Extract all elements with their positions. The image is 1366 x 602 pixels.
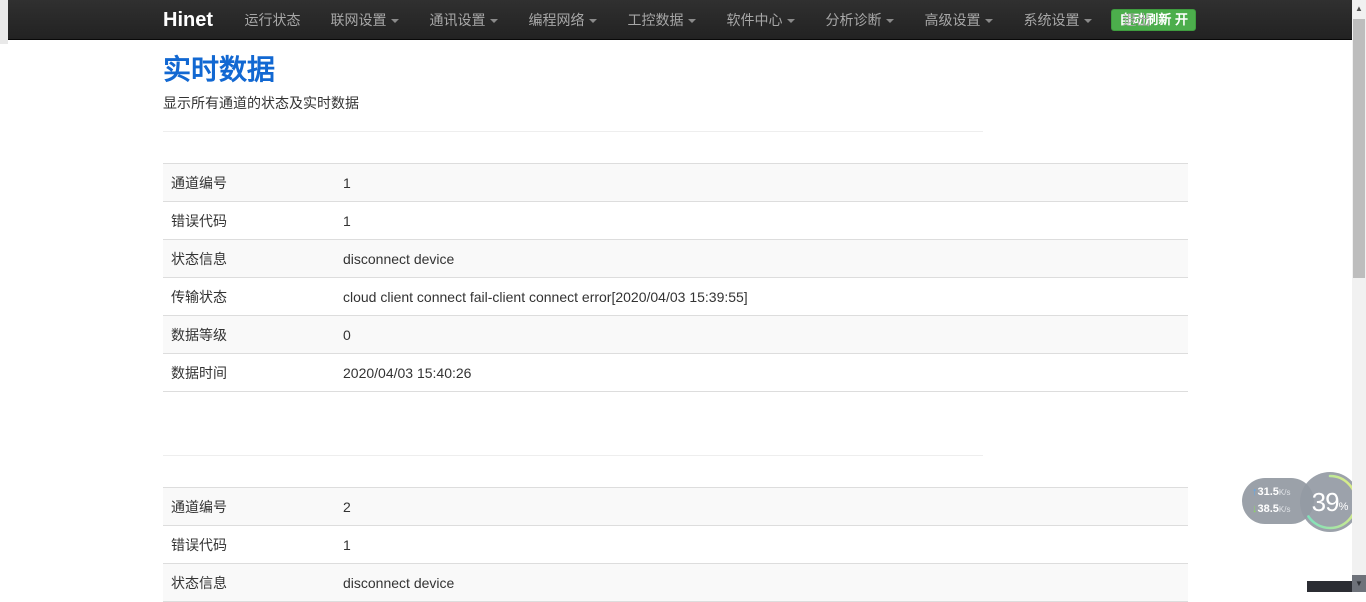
table-row: 通道编号2 [163, 488, 1188, 526]
row-value: 1 [335, 164, 1188, 202]
nav-item-6[interactable]: 软件中心 [711, 0, 810, 40]
channel-table-2: 通道编号2错误代码1状态信息disconnect device [163, 487, 1188, 602]
net-speed-overlay: ↑31.5K/s ↓38.5K/s 39% [1242, 472, 1360, 532]
row-label: 数据时间 [163, 354, 335, 392]
row-value: disconnect device [335, 240, 1188, 278]
row-label: 状态信息 [163, 564, 335, 602]
chevron-down-icon [589, 19, 597, 23]
table-row: 错误代码1 [163, 202, 1188, 240]
row-value: 1 [335, 202, 1188, 240]
nav-item-label: 高级设置 [924, 12, 980, 28]
nav-item-9[interactable]: 系统设置 [1008, 0, 1107, 40]
nav-item-label: 系统设置 [1023, 12, 1079, 28]
nav-item-label: 联网设置 [330, 12, 386, 28]
channel-table-1: 通道编号1错误代码1状态信息disconnect device传输状态cloud… [163, 163, 1188, 392]
page-subtitle: 显示所有通道的状态及实时数据 [163, 93, 1188, 113]
nav-item-3[interactable]: 通讯设置 [414, 0, 513, 40]
percent-value: 39% [1300, 472, 1360, 532]
chevron-down-icon [688, 19, 696, 23]
row-label: 传输状态 [163, 278, 335, 316]
scrollbar-up-icon[interactable]: ▲ [1352, 0, 1366, 17]
window-edge-strip [0, 0, 8, 44]
row-label: 错误代码 [163, 202, 335, 240]
scrollbar-thumb[interactable] [1353, 19, 1365, 278]
row-value: 0 [335, 316, 1188, 354]
nav-item-label: 通讯设置 [429, 12, 485, 28]
nav-item-10[interactable]: 退出 [1107, 0, 1165, 40]
chevron-down-icon [985, 19, 993, 23]
channel-sections: 通道编号1错误代码1状态信息disconnect device传输状态cloud… [163, 131, 1188, 602]
table-row: 通道编号1 [163, 164, 1188, 202]
scrollbar-down-icon[interactable]: ▼ [1352, 575, 1366, 592]
row-value: 2 [335, 488, 1188, 526]
chevron-down-icon [787, 19, 795, 23]
row-value: cloud client connect fail-client connect… [335, 278, 1188, 316]
brand-logo[interactable]: Hinet [163, 0, 213, 40]
memory-percent-button[interactable]: 39% [1300, 472, 1360, 532]
row-value: 2020/04/03 15:40:26 [335, 354, 1188, 392]
vertical-scrollbar[interactable]: ▲ [1352, 0, 1366, 592]
row-label: 数据等级 [163, 316, 335, 354]
table-row: 数据等级0 [163, 316, 1188, 354]
chevron-down-icon [391, 19, 399, 23]
row-value: 1 [335, 526, 1188, 564]
channel-section-1: 通道编号1错误代码1状态信息disconnect device传输状态cloud… [163, 131, 1188, 392]
nav-item-label: 运行状态 [244, 12, 300, 28]
table-row: 数据时间2020/04/03 15:40:26 [163, 354, 1188, 392]
page-title: 实时数据 [163, 54, 1188, 85]
section-divider [163, 131, 983, 132]
nav-item-7[interactable]: 分析诊断 [810, 0, 909, 40]
nav-item-8[interactable]: 高级设置 [909, 0, 1008, 40]
nav-item-label: 退出 [1122, 12, 1150, 28]
nav-item-2[interactable]: 联网设置 [315, 0, 414, 40]
nav-item-label: 软件中心 [726, 12, 782, 28]
nav-item-label: 工控数据 [627, 12, 683, 28]
nav-menu: 运行状态联网设置通讯设置编程网络工控数据软件中心分析诊断高级设置系统设置退出 [229, 0, 1165, 17]
nav-item-5[interactable]: 工控数据 [612, 0, 711, 40]
table-row: 传输状态cloud client connect fail-client con… [163, 278, 1188, 316]
nav-item-1[interactable]: 运行状态 [229, 0, 315, 40]
row-label: 通道编号 [163, 488, 335, 526]
table-row: 错误代码1 [163, 526, 1188, 564]
nav-item-label: 编程网络 [528, 12, 584, 28]
table-row: 状态信息disconnect device [163, 240, 1188, 278]
chevron-down-icon [1084, 19, 1092, 23]
top-navbar: 自动刷新 开 Hinet 运行状态联网设置通讯设置编程网络工控数据软件中心分析诊… [8, 0, 1352, 40]
nav-item-4[interactable]: 编程网络 [513, 0, 612, 40]
channel-section-2: 通道编号2错误代码1状态信息disconnect device [163, 455, 1188, 602]
nav-item-label: 分析诊断 [825, 12, 881, 28]
section-divider [163, 455, 983, 456]
row-label: 通道编号 [163, 164, 335, 202]
row-label: 状态信息 [163, 240, 335, 278]
chevron-down-icon [886, 19, 894, 23]
navbar-container: 自动刷新 开 Hinet 运行状态联网设置通讯设置编程网络工控数据软件中心分析诊… [8, 0, 1352, 40]
main-content: 实时数据 显示所有通道的状态及实时数据 通道编号1错误代码1状态信息discon… [163, 40, 1188, 602]
table-row: 状态信息disconnect device [163, 564, 1188, 602]
row-label: 错误代码 [163, 526, 335, 564]
row-value: disconnect device [335, 564, 1188, 602]
chevron-down-icon [490, 19, 498, 23]
